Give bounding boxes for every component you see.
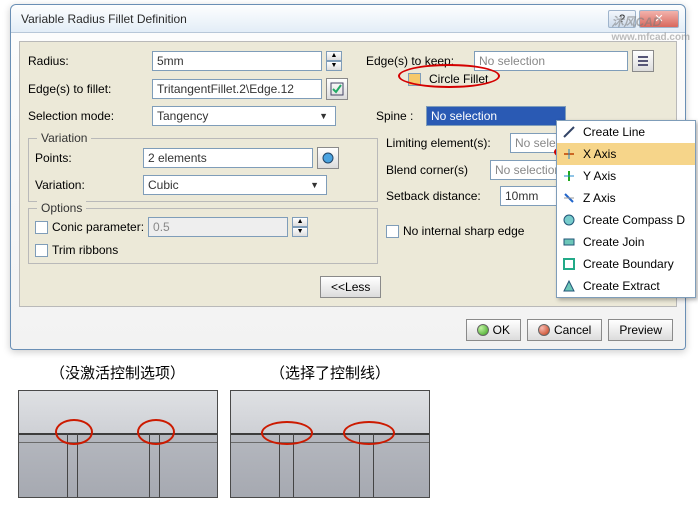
radius-spinner[interactable]: ▲▼ <box>326 51 342 71</box>
chevron-down-icon: ▼ <box>316 111 331 121</box>
context-menu: Create Line X Axis Y Axis Z Axis Create … <box>556 120 696 298</box>
variation-label: Variation: <box>35 178 139 192</box>
variation-group: Variation Points: 2 elements Variation: … <box>28 138 378 202</box>
join-icon <box>561 234 577 250</box>
less-button[interactable]: <<Less <box>320 276 381 298</box>
menu-create-boundary[interactable]: Create Boundary <box>557 253 695 275</box>
setback-distance-label: Setback distance: <box>386 189 496 203</box>
titlebar[interactable]: Variable Radius Fillet Definition ? ✕ <box>11 5 685 33</box>
menu-create-line[interactable]: Create Line <box>557 121 695 143</box>
options-legend: Options <box>37 201 86 215</box>
selection-mode-label: Selection mode: <box>28 109 148 123</box>
conic-spinner[interactable]: ▲▼ <box>292 217 308 237</box>
cancel-button[interactable]: Cancel <box>527 319 602 341</box>
edges-fillet-label: Edge(s) to fillet: <box>28 82 148 96</box>
list-icon <box>330 82 344 96</box>
chevron-down-icon: ▼ <box>307 180 322 190</box>
points-label: Points: <box>35 151 139 165</box>
selection-mode-dropdown[interactable]: Tangency▼ <box>152 106 336 126</box>
extract-icon <box>561 278 577 294</box>
spine-input[interactable]: No selection <box>426 106 566 126</box>
line-icon <box>561 124 577 140</box>
caption-right: （选择了控制线） <box>270 362 390 383</box>
edges-keep-list-icon[interactable] <box>632 50 654 72</box>
variation-legend: Variation <box>37 131 91 145</box>
x-axis-icon <box>561 146 577 162</box>
no-internal-sharp-edge-checkbox[interactable]: No internal sharp edge <box>386 224 524 238</box>
edges-fillet-input[interactable]: TritangentFillet.2\Edge.12 <box>152 79 322 99</box>
menu-x-axis[interactable]: X Axis <box>557 143 695 165</box>
help-button[interactable]: ? <box>608 10 636 28</box>
y-axis-icon <box>561 168 577 184</box>
points-list-icon[interactable] <box>317 147 339 169</box>
menu-z-axis[interactable]: Z Axis <box>557 187 695 209</box>
menu-y-axis[interactable]: Y Axis <box>557 165 695 187</box>
compass-icon <box>561 212 577 228</box>
circle-fillet-checkbox[interactable]: Circle Fillet <box>408 72 488 86</box>
boundary-icon <box>561 256 577 272</box>
preview-button[interactable]: Preview <box>608 319 673 341</box>
spine-label: Spine : <box>376 109 422 123</box>
close-button[interactable]: ✕ <box>639 10 679 28</box>
edges-keep-input[interactable]: No selection <box>474 51 628 71</box>
limiting-elements-label: Limiting element(s): <box>386 136 506 150</box>
conic-parameter-input: 0.5 <box>148 217 288 237</box>
list-icon <box>636 54 650 68</box>
dialog-title: Variable Radius Fillet Definition <box>21 12 187 26</box>
edges-fillet-list-icon[interactable] <box>326 78 348 100</box>
conic-parameter-checkbox[interactable]: Conic parameter: <box>35 220 144 234</box>
radius-input[interactable]: 5mm <box>152 51 322 71</box>
sphere-icon <box>321 151 335 165</box>
menu-create-extract[interactable]: Create Extract <box>557 275 695 297</box>
trim-ribbons-checkbox[interactable]: Trim ribbons <box>35 243 118 257</box>
options-group: Options Conic parameter: 0.5 ▲▼ Trim rib… <box>28 208 378 264</box>
points-input[interactable]: 2 elements <box>143 148 313 168</box>
dialog-buttons: OK Cancel Preview <box>466 319 673 341</box>
menu-create-compass[interactable]: Create Compass D <box>557 209 695 231</box>
ok-button[interactable]: OK <box>466 319 521 341</box>
cancel-dot-icon <box>538 324 550 336</box>
blend-corners-label: Blend corner(s) <box>386 163 486 177</box>
ok-dot-icon <box>477 324 489 336</box>
window-controls: ? ✕ <box>608 10 679 28</box>
menu-create-join[interactable]: Create Join <box>557 231 695 253</box>
checkbox-icon <box>408 73 421 86</box>
edges-keep-label: Edge(s) to keep: <box>366 54 470 68</box>
thumbnail-before <box>18 390 218 498</box>
thumbnail-after <box>230 390 430 498</box>
variation-dropdown[interactable]: Cubic▼ <box>143 175 327 195</box>
radius-label: Radius: <box>28 54 148 68</box>
caption-left: （没激活控制选项） <box>50 362 185 383</box>
z-axis-icon <box>561 190 577 206</box>
